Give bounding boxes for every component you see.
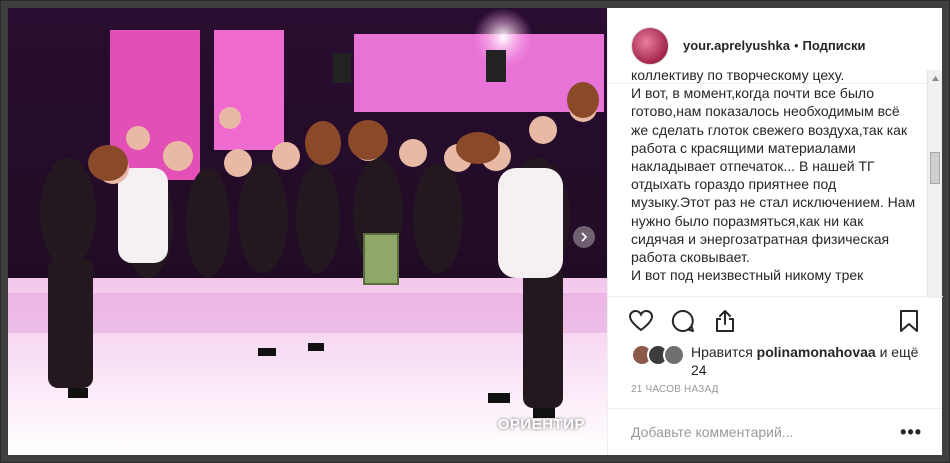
- liker-avatars[interactable]: [631, 344, 685, 366]
- caption-scrollbar[interactable]: [927, 70, 942, 298]
- username-link[interactable]: your.aprelyushka: [683, 38, 790, 53]
- post-side-panel: your.aprelyushka • Подписки коллективу п…: [607, 8, 943, 455]
- likes-text: Нравится polinamonahovaa и ещё 24: [691, 343, 922, 379]
- divider: [608, 296, 943, 297]
- caption-text: коллективу по творческому цеху. И вот, в…: [631, 70, 916, 284]
- share-icon: [716, 310, 734, 332]
- comment-box: Добавьте комментарий... •••: [608, 408, 942, 455]
- likes-row: Нравится polinamonahovaa и ещё 24: [631, 343, 922, 379]
- like-button[interactable]: [626, 306, 656, 336]
- watermark-text: ОРИЕНТИР: [497, 416, 585, 433]
- more-options-button[interactable]: •••: [900, 422, 922, 443]
- liker-username-link[interactable]: polinamonahovaa: [757, 344, 876, 360]
- comment-button[interactable]: [668, 306, 698, 336]
- photo-scene: [8, 8, 607, 455]
- header-separator: •: [793, 38, 799, 53]
- caret-up-icon: [931, 75, 939, 81]
- post-photo[interactable]: ОРИЕНТИР: [8, 8, 607, 455]
- post-timestamp[interactable]: 21 часов назад: [631, 384, 719, 395]
- scrollbar-thumb[interactable]: [930, 152, 940, 184]
- bookmark-icon: [900, 310, 918, 332]
- carousel-next-button[interactable]: [573, 226, 595, 248]
- scroll-up-arrow[interactable]: [928, 70, 942, 86]
- comment-icon: [671, 309, 694, 332]
- avatar[interactable]: [631, 26, 669, 65]
- chevron-right-icon: [581, 232, 588, 242]
- action-bar: [626, 304, 924, 338]
- following-button[interactable]: Подписки: [803, 38, 866, 53]
- comment-input[interactable]: Добавьте комментарий...: [631, 424, 900, 440]
- heart-icon: [629, 310, 653, 332]
- save-button[interactable]: [894, 306, 924, 336]
- likes-prefix: Нравится: [691, 344, 753, 360]
- liker-avatar: [663, 344, 685, 366]
- share-button[interactable]: [710, 306, 740, 336]
- caption-scroll-area[interactable]: коллективу по творческому цеху. И вот, в…: [608, 70, 943, 298]
